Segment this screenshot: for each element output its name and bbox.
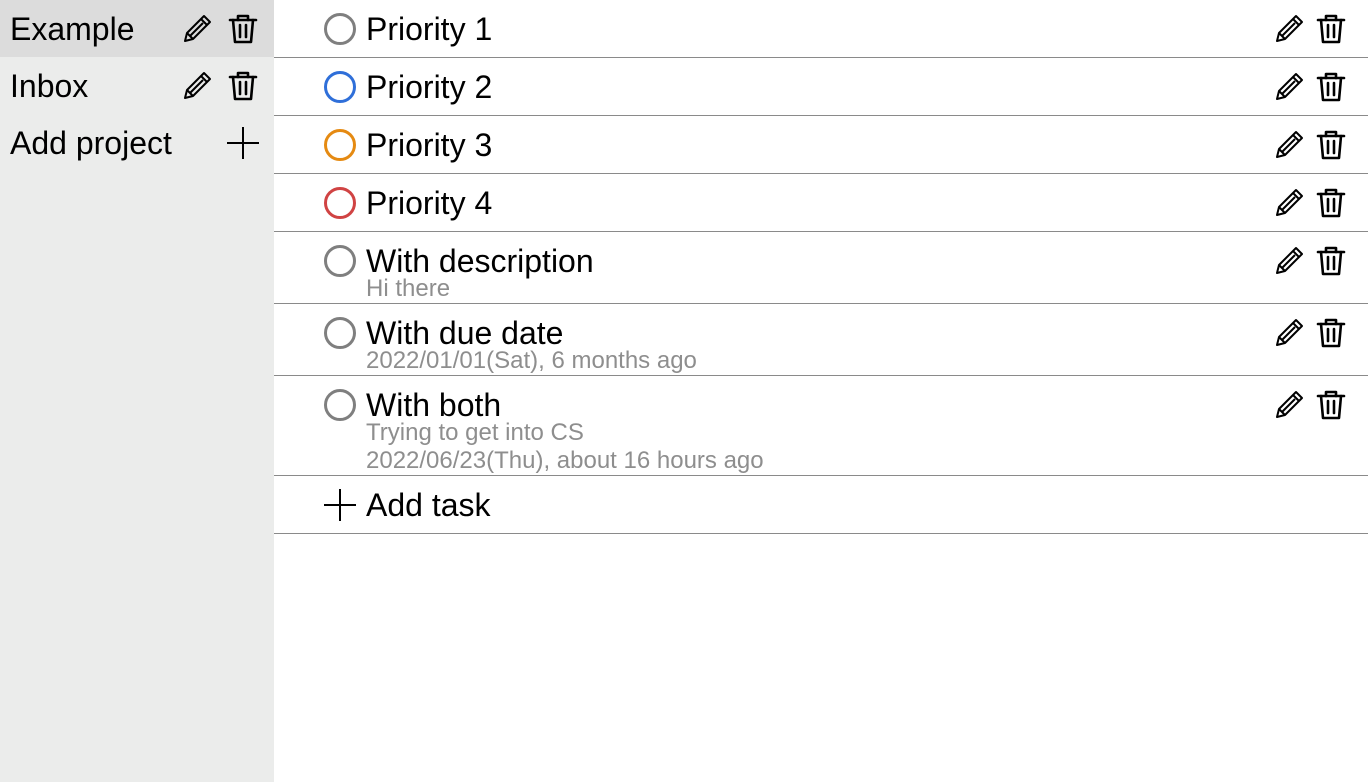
sidebar: Example Inbox Add project	[0, 0, 274, 782]
task-row: Priority 4	[274, 174, 1368, 232]
task-title: With description	[366, 242, 594, 279]
trash-icon[interactable]	[226, 12, 260, 46]
plus-icon[interactable]	[226, 126, 260, 160]
sidebar-item-example[interactable]: Example	[0, 0, 274, 57]
task-due-date: 2022/01/01(Sat), 6 months ago	[366, 347, 697, 374]
add-task-button[interactable]: Add task	[274, 476, 1368, 534]
complete-checkbox[interactable]	[324, 70, 356, 103]
task-title: Priority 4	[366, 184, 493, 221]
trash-icon[interactable]	[1314, 12, 1348, 46]
sidebar-item-inbox[interactable]: Inbox	[0, 57, 274, 114]
task-title: With due date	[366, 314, 564, 351]
task-list: Priority 1 Priority 2 Priority 3 Priorit…	[274, 0, 1368, 782]
task-title: Priority 3	[366, 126, 493, 163]
complete-checkbox[interactable]	[324, 12, 356, 45]
complete-checkbox[interactable]	[324, 388, 356, 421]
pencil-icon[interactable]	[180, 12, 214, 46]
add-project-button[interactable]: Add project	[0, 114, 274, 171]
pencil-icon[interactable]	[1272, 316, 1306, 350]
plus-icon	[324, 488, 356, 521]
pencil-icon[interactable]	[1272, 70, 1306, 104]
task-row: Priority 2	[274, 58, 1368, 116]
task-title: Priority 2	[366, 68, 493, 105]
trash-icon[interactable]	[1314, 70, 1348, 104]
complete-checkbox[interactable]	[324, 186, 356, 219]
add-task-label: Add task	[366, 486, 491, 523]
complete-checkbox[interactable]	[324, 316, 356, 349]
task-title: With both	[366, 386, 502, 423]
project-name: Example	[10, 10, 135, 47]
task-row: With due date 2022/01/01(Sat), 6 months …	[274, 304, 1368, 376]
trash-icon[interactable]	[1314, 388, 1348, 422]
project-actions	[180, 69, 260, 103]
trash-icon[interactable]	[1314, 316, 1348, 350]
task-description: Hi there	[366, 275, 451, 302]
complete-checkbox[interactable]	[324, 128, 356, 161]
complete-checkbox[interactable]	[324, 244, 356, 277]
task-description: Trying to get into CS	[366, 419, 584, 446]
trash-icon[interactable]	[1314, 244, 1348, 278]
pencil-icon[interactable]	[1272, 186, 1306, 220]
task-row: Priority 1	[274, 0, 1368, 58]
add-project-label: Add project	[10, 124, 172, 161]
pencil-icon[interactable]	[1272, 388, 1306, 422]
project-actions	[180, 12, 260, 46]
task-title: Priority 1	[366, 10, 493, 47]
task-row: With both Trying to get into CS 2022/06/…	[274, 376, 1368, 476]
trash-icon[interactable]	[1314, 128, 1348, 162]
trash-icon[interactable]	[1314, 186, 1348, 220]
task-due-date: 2022/06/23(Thu), about 16 hours ago	[366, 447, 764, 474]
app-root: Example Inbox Add project Priority 1 Pri…	[0, 0, 1368, 782]
task-details: Trying to get into CS 2022/06/23(Thu), a…	[324, 419, 1348, 475]
task-row: With description Hi there	[274, 232, 1368, 304]
task-row: Priority 3	[274, 116, 1368, 174]
project-name: Inbox	[10, 67, 89, 104]
pencil-icon[interactable]	[1272, 244, 1306, 278]
pencil-icon[interactable]	[1272, 12, 1306, 46]
trash-icon[interactable]	[226, 69, 260, 103]
pencil-icon[interactable]	[1272, 128, 1306, 162]
pencil-icon[interactable]	[180, 69, 214, 103]
